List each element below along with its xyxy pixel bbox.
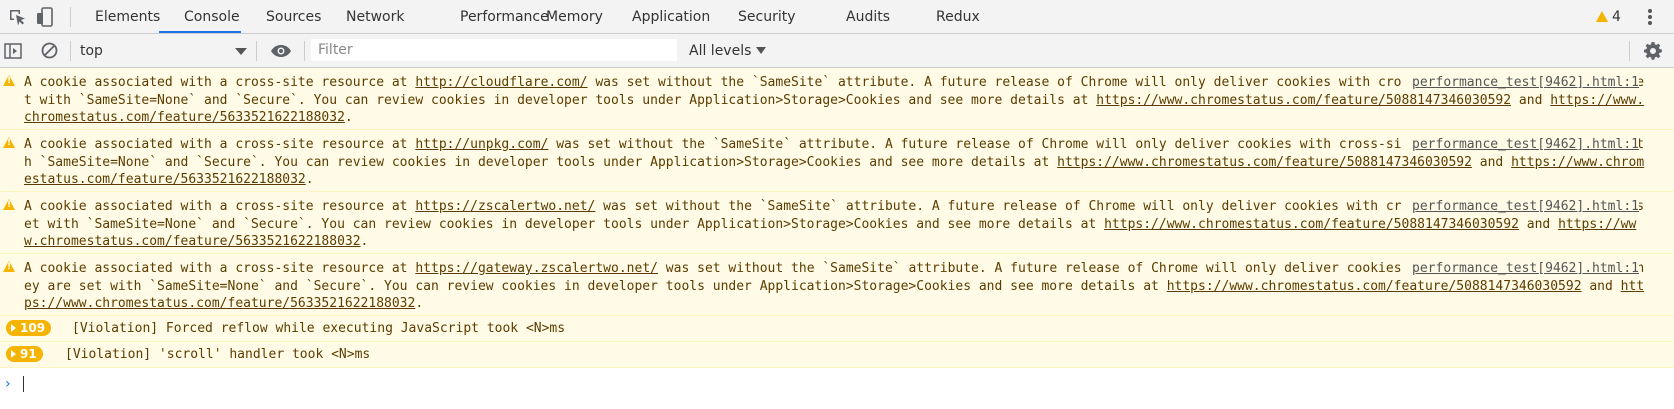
inspect-element-icon[interactable] bbox=[7, 7, 27, 27]
console-toolbar: top All levels bbox=[0, 34, 1674, 68]
chevron-down-icon bbox=[235, 48, 247, 55]
console-violation-message[interactable]: 109 [Violation] Forced reflow while execu… bbox=[0, 316, 1674, 342]
expand-triangle-icon bbox=[11, 324, 16, 332]
source-location-link[interactable]: performance_test[9462].html:1 bbox=[1402, 136, 1639, 154]
tab-memory[interactable]: Memory bbox=[546, 0, 603, 33]
log-levels-label: All levels bbox=[689, 43, 752, 59]
context-label: top bbox=[80, 43, 103, 59]
warning-icon bbox=[1596, 11, 1608, 22]
warning-icon bbox=[3, 261, 15, 272]
active-tab-indicator bbox=[159, 31, 241, 33]
repeat-count-badge[interactable]: 109 bbox=[6, 320, 52, 336]
source-location-link[interactable]: performance_test[9462].html:1 bbox=[1402, 260, 1639, 278]
message-text: . bbox=[360, 234, 369, 249]
warnings-count: 4 bbox=[1612, 9, 1621, 25]
source-location-link[interactable]: performance_test[9462].html:1 bbox=[1402, 198, 1639, 216]
console-prompt[interactable]: › bbox=[0, 368, 1674, 398]
source-location-link[interactable]: performance_test[9462].html:1 bbox=[1402, 74, 1639, 92]
violation-text: [Violation] Forced reflow while executin… bbox=[72, 321, 566, 336]
text-caret bbox=[23, 376, 24, 392]
violation-text: [Violation] 'scroll' handler took <N>ms bbox=[65, 347, 371, 362]
toolbar-divider bbox=[70, 41, 71, 61]
expand-triangle-icon bbox=[11, 350, 16, 358]
log-levels-dropdown[interactable]: All levels bbox=[689, 34, 767, 67]
message-text: . bbox=[344, 110, 353, 125]
repeat-count: 91 bbox=[20, 347, 37, 361]
live-expression-eye-icon[interactable] bbox=[270, 44, 292, 58]
message-text: A cookie associated with a cross-site re… bbox=[24, 137, 416, 152]
warnings-counter[interactable]: 4 bbox=[1596, 0, 1621, 34]
message-text: and bbox=[1518, 216, 1559, 232]
warning-icon bbox=[3, 75, 15, 86]
console-warning-message: A cookie associated with a cross-site re… bbox=[0, 130, 1674, 192]
tab-sources[interactable]: Sources bbox=[266, 0, 321, 33]
resource-url-link[interactable]: https://gateway.zscalertwo.net/ bbox=[415, 261, 658, 276]
tab-audits[interactable]: Audits bbox=[846, 0, 890, 33]
device-toolbar-icon[interactable] bbox=[35, 7, 55, 27]
more-options-icon[interactable] bbox=[1648, 9, 1652, 25]
message-text: and bbox=[1471, 154, 1512, 170]
tab-network[interactable]: Network bbox=[346, 0, 404, 33]
tab-application[interactable]: Application bbox=[632, 0, 710, 33]
context-selector[interactable]: top bbox=[80, 34, 250, 67]
toolbar-divider bbox=[70, 7, 71, 27]
resource-url-link[interactable]: http://unpkg.com/ bbox=[415, 137, 548, 152]
settings-gear-icon[interactable] bbox=[1643, 41, 1663, 61]
chromestatus-link[interactable]: https://www.chromestatus.com/feature/508… bbox=[1167, 279, 1582, 294]
toolbar-divider bbox=[304, 41, 305, 61]
chromestatus-link[interactable]: https://www.chromestatus.com/feature/508… bbox=[1104, 217, 1519, 232]
message-text: and bbox=[1581, 278, 1621, 294]
repeat-count: 109 bbox=[20, 321, 46, 335]
resource-url-link[interactable]: https://zscalertwo.net/ bbox=[415, 199, 595, 214]
console-warning-message: A cookie associated with a cross-site re… bbox=[0, 254, 1674, 316]
message-text: . bbox=[305, 172, 314, 187]
devtools-tabbar: Elements Console Sources Network Performance… bbox=[0, 0, 1674, 34]
tab-redux[interactable]: Redux bbox=[936, 0, 980, 33]
message-text: . bbox=[415, 296, 424, 311]
prompt-chevron-icon: › bbox=[5, 376, 11, 392]
tab-security[interactable]: Security bbox=[738, 0, 796, 33]
tab-console[interactable]: Console bbox=[184, 0, 240, 33]
message-text: and bbox=[1511, 92, 1551, 108]
filter-input[interactable] bbox=[311, 39, 677, 61]
resource-url-link[interactable]: http://cloudflare.com/ bbox=[415, 75, 587, 90]
console-warning-message: A cookie associated with a cross-site re… bbox=[0, 68, 1674, 130]
chromestatus-link[interactable]: https://www.chromestatus.com/feature/508… bbox=[1096, 93, 1511, 108]
repeat-count-badge[interactable]: 91 bbox=[6, 346, 43, 362]
message-text: A cookie associated with a cross-site re… bbox=[24, 199, 416, 214]
chromestatus-link[interactable]: https://www.chromestatus.com/feature/508… bbox=[1057, 155, 1472, 170]
message-text: A cookie associated with a cross-site re… bbox=[24, 75, 416, 90]
warning-icon bbox=[3, 137, 15, 148]
console-violation-message[interactable]: 91 [Violation] 'scroll' handler took <N>m… bbox=[0, 342, 1674, 368]
chevron-down-icon bbox=[756, 47, 767, 54]
tab-performance[interactable]: Performance bbox=[460, 0, 549, 33]
console-messages: A cookie associated with a cross-site re… bbox=[0, 68, 1674, 398]
tab-elements[interactable]: Elements bbox=[95, 0, 160, 33]
toolbar-divider bbox=[1629, 41, 1630, 61]
warning-icon bbox=[3, 199, 15, 210]
console-warning-message: A cookie associated with a cross-site re… bbox=[0, 192, 1674, 254]
message-text: A cookie associated with a cross-site re… bbox=[24, 261, 416, 276]
show-sidebar-icon[interactable] bbox=[4, 42, 22, 60]
toolbar-divider bbox=[256, 41, 257, 61]
clear-console-icon[interactable] bbox=[41, 42, 58, 59]
